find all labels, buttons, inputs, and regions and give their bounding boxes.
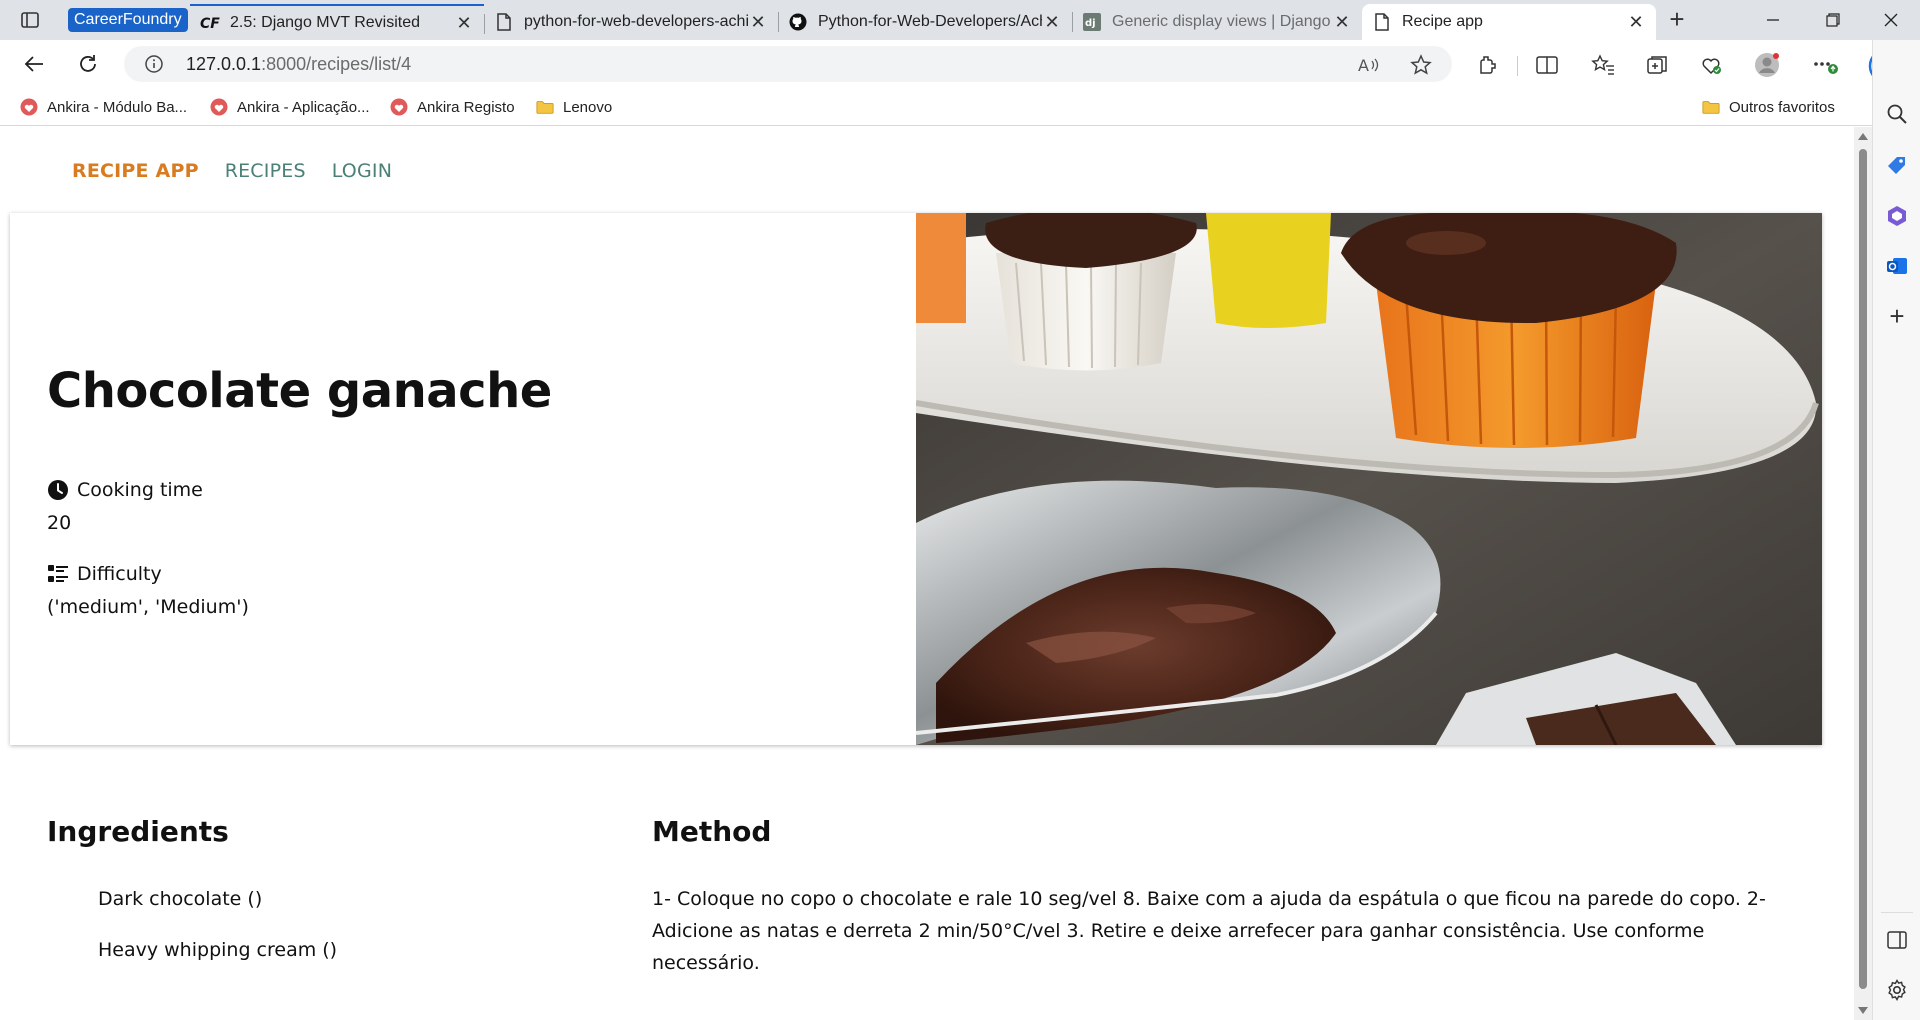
- document-icon: [494, 12, 514, 32]
- new-tab-icon[interactable]: +: [1662, 6, 1692, 34]
- method-heading: Method: [652, 815, 772, 848]
- favorite-star-icon[interactable]: [1410, 54, 1432, 76]
- office-icon[interactable]: [1883, 202, 1911, 230]
- page-scrollbar[interactable]: [1854, 127, 1872, 1020]
- svg-text:A: A: [1358, 56, 1369, 74]
- favorite-label: Ankira - Módulo Ba...: [47, 98, 188, 116]
- difficulty-label: Difficulty: [47, 563, 162, 585]
- list-item: Heavy whipping cream (): [98, 939, 338, 961]
- tab-title: Recipe app: [1402, 13, 1483, 30]
- tab-django-mvt[interactable]: CF 2.5: Django MVT Revisited ✕: [190, 4, 485, 40]
- site-brand-link[interactable]: RECIPE APP: [72, 160, 199, 182]
- difficulty-list-icon: [47, 563, 69, 585]
- tab-title: Python-for-Web-Developers/Achievement: [818, 13, 1042, 30]
- ingredients-heading: Ingredients: [47, 815, 229, 848]
- read-aloud-icon[interactable]: A: [1358, 54, 1380, 76]
- site-navbar: RECIPE APP RECIPES LOGIN: [72, 160, 392, 182]
- ankira-icon: [20, 98, 38, 116]
- method-text: 1- Coloque no copo o chocolate e rale 10…: [652, 888, 1766, 974]
- other-favorites-folder[interactable]: Outros favoritos: [1702, 96, 1835, 118]
- close-icon[interactable]: ✕: [748, 12, 768, 33]
- recipe-photo: [916, 213, 1822, 745]
- ankira-icon: [390, 98, 408, 116]
- tab-title: 2.5: Django MVT Revisited: [230, 14, 421, 31]
- favorite-label: Lenovo: [563, 98, 613, 116]
- cooking-time-label-text: Cooking time: [77, 479, 203, 501]
- search-icon[interactable]: [1883, 100, 1911, 128]
- outlook-icon[interactable]: [1883, 252, 1911, 280]
- restore-icon[interactable]: [1810, 4, 1856, 36]
- document-icon: [1372, 12, 1392, 32]
- folder-icon: [536, 98, 554, 116]
- favorite-ankira-registo[interactable]: Ankira Registo: [390, 96, 515, 118]
- tab-title: python-for-web-developers-achievement: [524, 13, 748, 30]
- page-viewport: RECIPE APP RECIPES LOGIN Chocolate ganac…: [0, 127, 1854, 1020]
- close-icon[interactable]: ✕: [1626, 12, 1646, 33]
- favorites-bar: Ankira - Módulo Ba... Ankira - Aplicação…: [0, 88, 1872, 126]
- extensions-icon[interactable]: [1474, 52, 1500, 78]
- collections-icon[interactable]: [1644, 52, 1670, 78]
- url-path: :8000/recipes/list/4: [261, 54, 412, 74]
- edge-sidebar: +: [1872, 40, 1920, 1020]
- recipe-hero-card: Chocolate ganache Cooking time 20 Diffic…: [10, 213, 1822, 745]
- refresh-icon[interactable]: [72, 48, 104, 80]
- close-icon[interactable]: ✕: [454, 13, 474, 34]
- add-sidebar-app-icon[interactable]: +: [1883, 301, 1911, 331]
- shopping-tag-icon[interactable]: [1883, 152, 1911, 180]
- favorite-label: Outros favoritos: [1729, 98, 1835, 116]
- hide-sidebar-icon[interactable]: [1883, 926, 1911, 954]
- clock-icon: [47, 479, 69, 501]
- tab-group-label[interactable]: CareerFoundry: [68, 8, 188, 32]
- window-close-icon[interactable]: [1868, 4, 1914, 36]
- scroll-up-icon[interactable]: [1858, 133, 1868, 140]
- folder-icon: [1702, 98, 1720, 116]
- tab-title: Generic display views | Django documenta…: [1112, 13, 1332, 30]
- favorite-lenovo-folder[interactable]: Lenovo: [536, 96, 612, 118]
- browser-essentials-icon[interactable]: [1698, 52, 1724, 78]
- recipe-summary: Chocolate ganache Cooking time 20 Diffic…: [10, 213, 916, 745]
- cooking-time-label: Cooking time: [47, 479, 203, 501]
- close-icon[interactable]: ✕: [1332, 12, 1352, 33]
- url-text: 127.0.0.1:8000/recipes/list/4: [186, 54, 411, 75]
- careerfoundry-icon: CF: [200, 13, 220, 33]
- back-icon[interactable]: [18, 48, 50, 80]
- split-screen-icon[interactable]: [1534, 52, 1560, 78]
- tab-python-achievement[interactable]: python-for-web-developers-achievement ✕: [484, 4, 779, 40]
- site-info-icon[interactable]: [144, 54, 164, 79]
- url-host: 127.0.0.1: [186, 54, 262, 74]
- more-options-icon[interactable]: [1812, 52, 1838, 78]
- profile-avatar-icon[interactable]: [1754, 52, 1780, 78]
- list-item: Dark chocolate (): [98, 888, 263, 910]
- django-icon: dj: [1082, 12, 1102, 32]
- address-toolbar: 127.0.0.1:8000/recipes/list/4 A: [0, 40, 1920, 88]
- favorite-label: Ankira - Aplicação...: [237, 98, 370, 116]
- tab-recipe-app[interactable]: Recipe app ✕: [1362, 4, 1656, 40]
- github-icon: [788, 12, 808, 32]
- tab-strip: CareerFoundry CF 2.5: Django MVT Revisit…: [0, 0, 1920, 40]
- tab-django-docs[interactable]: dj Generic display views | Django docume…: [1072, 4, 1362, 40]
- sidebar-divider: [1881, 912, 1913, 913]
- ankira-icon: [210, 98, 228, 116]
- address-bar[interactable]: 127.0.0.1:8000/recipes/list/4 A: [124, 46, 1452, 82]
- favorite-ankira-aplicacao[interactable]: Ankira - Aplicação...: [210, 96, 370, 118]
- scrollbar-thumb[interactable]: [1859, 149, 1867, 989]
- nav-link-recipes[interactable]: RECIPES: [225, 160, 306, 182]
- svg-text:dj: dj: [1085, 18, 1096, 29]
- difficulty-value: ('medium', 'Medium'): [47, 596, 249, 618]
- recipe-title: Chocolate ganache: [47, 363, 552, 419]
- close-icon[interactable]: ✕: [1042, 12, 1062, 33]
- favorite-ankira-modulo[interactable]: Ankira - Módulo Ba...: [20, 96, 187, 118]
- minimize-icon[interactable]: [1750, 4, 1796, 36]
- cooking-time-value: 20: [47, 512, 72, 534]
- difficulty-label-text: Difficulty: [77, 563, 162, 585]
- favorites-icon[interactable]: [1590, 52, 1616, 78]
- toolbar-divider: [1517, 56, 1518, 76]
- scroll-down-icon[interactable]: [1858, 1007, 1868, 1014]
- favorite-label: Ankira Registo: [417, 98, 515, 116]
- svg-text:CF: CF: [200, 16, 220, 31]
- settings-gear-icon[interactable]: [1883, 976, 1911, 1004]
- tab-github[interactable]: Python-for-Web-Developers/Achievement ✕: [778, 4, 1073, 40]
- tab-actions-icon[interactable]: [12, 6, 48, 34]
- nav-link-login[interactable]: LOGIN: [332, 160, 392, 182]
